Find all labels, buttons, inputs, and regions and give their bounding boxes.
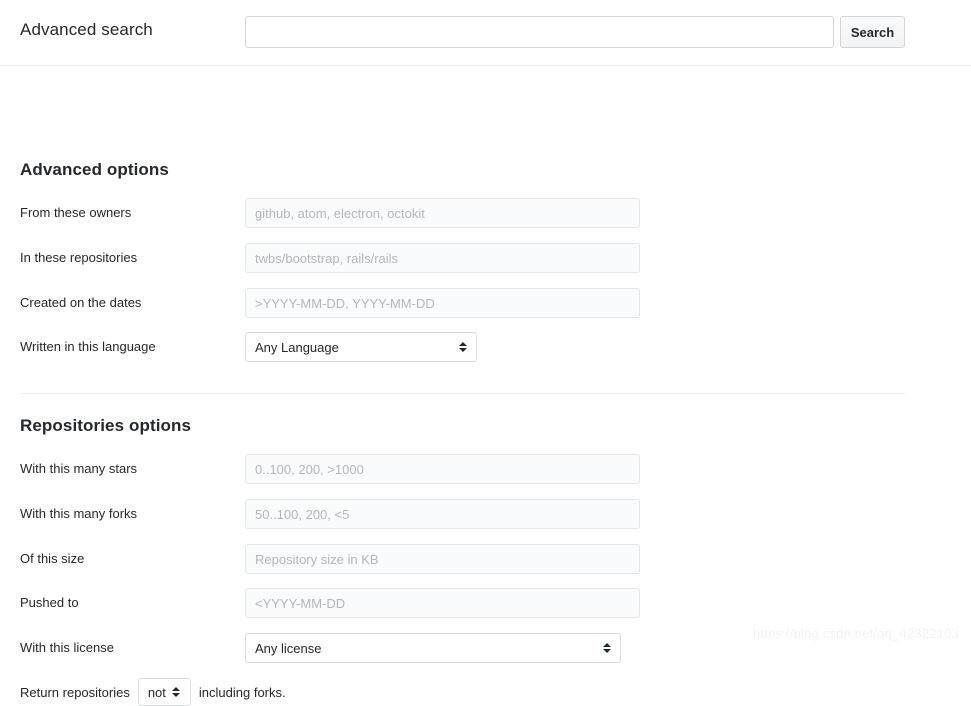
input-with-this-many-stars[interactable] (245, 454, 640, 484)
field-row-in-these-repositories: In these repositories (0, 243, 971, 273)
select-with-this-license[interactable]: Any license (245, 633, 621, 663)
select-language-value: Any Language (255, 339, 339, 355)
return-repositories-suffix: including forks. (198, 684, 286, 700)
label-pushed-to: Pushed to (20, 595, 79, 610)
select-include-forks[interactable]: not (137, 678, 191, 706)
chevron-up-down-icon (602, 641, 611, 655)
label-with-this-license: With this license (20, 640, 114, 655)
return-repositories-row: Return repositories not including forks. (20, 678, 286, 706)
label-with-this-many-stars: With this many stars (20, 461, 138, 476)
field-row-of-this-size: Of this size (0, 544, 971, 574)
field-row-pushed-to: Pushed to (0, 588, 971, 618)
field-row-written-in-this-language: Written in this language Any Language (0, 332, 971, 362)
search-button[interactable]: Search (840, 16, 905, 48)
chevron-up-down-icon (458, 340, 467, 354)
label-in-these-repositories: In these repositories (20, 250, 138, 265)
return-repositories-prefix: Return repositories (20, 684, 130, 700)
label-with-this-many-forks: With this many forks (20, 506, 138, 521)
input-in-these-repositories[interactable] (245, 243, 640, 273)
select-include-forks-value: not (147, 684, 166, 700)
input-of-this-size[interactable] (245, 544, 640, 574)
field-row-with-this-many-stars: With this many stars (0, 454, 971, 484)
section-divider (20, 393, 905, 394)
input-pushed-to[interactable] (245, 588, 640, 618)
select-license-value: Any license (255, 640, 322, 656)
page-title: Advanced search (20, 20, 153, 39)
chevron-up-down-icon (172, 685, 181, 699)
search-input[interactable] (245, 16, 834, 48)
select-written-in-this-language[interactable]: Any Language (245, 332, 477, 362)
field-row-with-this-license: With this license Any license (0, 633, 971, 663)
field-row-from-these-owners: From these owners (0, 198, 971, 228)
label-written-in-this-language: Written in this language (20, 339, 156, 354)
label-from-these-owners: From these owners (20, 205, 132, 220)
input-created-on-the-dates[interactable] (245, 288, 640, 318)
field-row-with-this-many-forks: With this many forks (0, 499, 971, 529)
field-row-created-on-the-dates: Created on the dates (0, 288, 971, 318)
repositories-options-heading: Repositories options (20, 416, 192, 435)
input-from-these-owners[interactable] (245, 198, 640, 228)
input-with-this-many-forks[interactable] (245, 499, 640, 529)
advanced-search-header: Advanced search Search (0, 0, 971, 66)
advanced-options-heading: Advanced options (20, 160, 169, 179)
label-of-this-size: Of this size (20, 551, 85, 566)
label-created-on-the-dates: Created on the dates (20, 295, 142, 310)
